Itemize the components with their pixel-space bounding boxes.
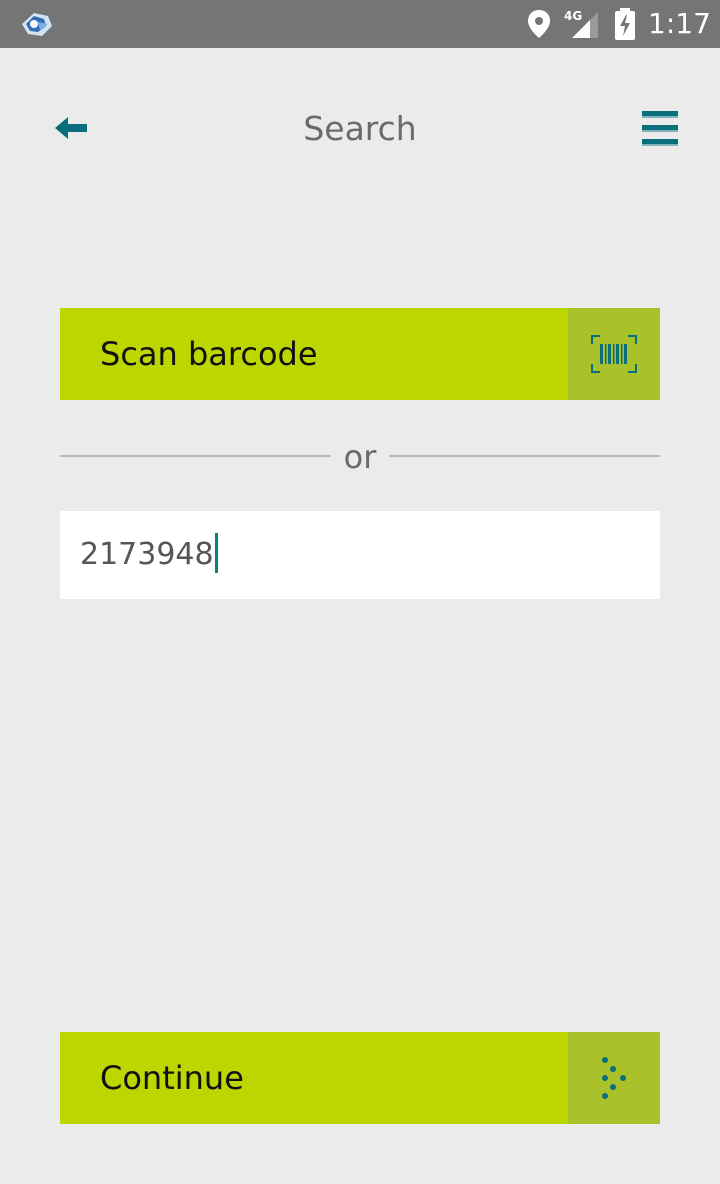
search-input-value: 2173948 xyxy=(80,511,218,599)
signal-icon: 4G xyxy=(564,9,598,38)
app-notification-icon xyxy=(22,13,52,36)
location-icon xyxy=(528,10,550,38)
continue-icon-area xyxy=(568,1032,660,1124)
or-label: or xyxy=(343,438,377,476)
search-input[interactable]: 2173948 xyxy=(60,511,660,599)
divider-right xyxy=(389,455,660,457)
status-bar: 4G 1:17 xyxy=(0,0,720,48)
continue-label: Continue xyxy=(100,1059,244,1097)
scan-barcode-label: Scan barcode xyxy=(100,335,318,373)
scan-barcode-button[interactable]: Scan barcode xyxy=(60,308,660,400)
menu-button[interactable] xyxy=(638,106,682,150)
page-title: Search xyxy=(303,109,417,148)
network-type-label: 4G xyxy=(564,9,582,23)
battery-charging-icon xyxy=(615,8,635,40)
divider-left xyxy=(60,455,331,457)
search-input-text: 2173948 xyxy=(80,537,214,572)
hamburger-menu-icon xyxy=(642,111,678,146)
barcode-icon xyxy=(591,335,637,373)
status-time: 1:17 xyxy=(648,7,711,40)
dotted-arrow-icon xyxy=(602,1057,626,1099)
scan-icon-area xyxy=(568,308,660,400)
text-caret xyxy=(214,532,218,573)
continue-button[interactable]: Continue xyxy=(60,1032,660,1124)
